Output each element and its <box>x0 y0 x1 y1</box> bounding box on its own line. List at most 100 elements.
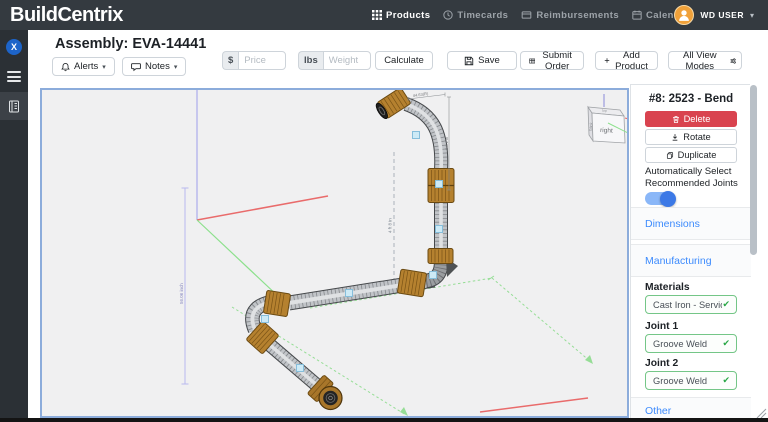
weight-prefix: lbs <box>298 51 323 70</box>
view-cube[interactable]: right back top <box>588 94 627 143</box>
all-view-modes-label: All View Modes <box>674 50 726 72</box>
check-icon: ✔ <box>722 338 736 349</box>
notes-button[interactable]: Notes ▾ <box>122 57 186 76</box>
left-sidebar: X <box>0 30 28 422</box>
user-menu[interactable]: WD USER ▾ <box>674 0 754 30</box>
section-dimensions[interactable]: Dimensions <box>631 207 751 240</box>
save-button[interactable]: Save <box>447 51 517 70</box>
copy-icon <box>666 151 674 160</box>
caret-down-icon: ▾ <box>174 63 178 71</box>
rotate-label: Rotate <box>683 132 710 142</box>
3d-viewport[interactable]: 56.06 inch 4 ft 8 in <box>40 88 629 418</box>
nav-products-label: Products <box>386 10 430 21</box>
calculate-button[interactable]: Calculate <box>375 51 433 70</box>
section-manufacturing[interactable]: Manufacturing <box>631 244 751 277</box>
cube-x-axis <box>625 118 627 122</box>
notes-label: Notes <box>145 61 170 72</box>
plus-icon <box>604 56 610 65</box>
x-axis-line <box>197 196 328 220</box>
nav-reimbursements[interactable]: Reimbursements <box>521 10 619 21</box>
joint1-select[interactable]: Groove Weld ✔ <box>645 334 737 353</box>
grid-icon <box>372 10 382 20</box>
trash-icon <box>672 115 680 124</box>
joint2-value: Groove Weld <box>646 376 722 386</box>
alerts-button[interactable]: Alerts ▾ <box>52 57 115 76</box>
y-axis-line <box>197 220 280 298</box>
journal-icon[interactable] <box>0 92 28 120</box>
price-input[interactable] <box>238 51 286 70</box>
selection-handle[interactable] <box>430 272 437 279</box>
pipe-segment[interactable] <box>406 104 441 170</box>
calculate-label: Calculate <box>384 55 424 66</box>
app-window: BuildCentrix Products Timecards Reimburs… <box>0 0 768 422</box>
bell-icon <box>61 62 70 72</box>
check-icon: ✔ <box>722 375 736 386</box>
add-product-label: Add Product <box>614 50 649 72</box>
materials-label: Materials <box>645 282 690 293</box>
alerts-label: Alerts <box>74 61 98 72</box>
pipe-coupling[interactable] <box>428 249 453 264</box>
nav-timecards[interactable]: Timecards <box>443 10 508 21</box>
toggle-knob <box>660 191 676 207</box>
selection-handle[interactable] <box>346 290 353 297</box>
auto-select-line2: Recommended Joints <box>645 178 738 190</box>
person-icon <box>677 8 691 22</box>
materials-select[interactable]: Cast Iron - Servic ✔ <box>645 295 737 314</box>
scrollbar[interactable] <box>750 85 757 255</box>
x-axis-line-2 <box>480 398 588 412</box>
submit-order-button[interactable]: Submit Order <box>520 51 584 70</box>
user-name: WD USER <box>700 10 744 20</box>
card-icon <box>521 10 532 20</box>
selected-part-title: #8: 2523 - Bend <box>631 93 751 105</box>
rotate-button[interactable]: Rotate <box>645 129 737 145</box>
joint2-select[interactable]: Groove Weld ✔ <box>645 371 737 390</box>
auto-select-line1: Automatically Select <box>645 166 738 178</box>
manufacturing-link: Manufacturing <box>645 255 712 267</box>
save-icon <box>464 56 474 66</box>
arrowhead <box>585 355 593 364</box>
selection-handle[interactable] <box>413 132 420 139</box>
caret-down-icon: ▾ <box>102 63 106 71</box>
menu-icon[interactable] <box>7 71 21 85</box>
clock-icon <box>443 10 453 20</box>
selection-handle[interactable] <box>262 316 269 323</box>
duplicate-button[interactable]: Duplicate <box>645 147 737 163</box>
auto-select-toggle[interactable] <box>645 192 675 205</box>
price-prefix: $ <box>222 51 238 70</box>
nav-timecards-label: Timecards <box>457 10 508 21</box>
3d-scene[interactable]: 56.06 inch 4 ft 8 in <box>42 90 627 416</box>
selection-handle[interactable] <box>436 226 443 233</box>
delete-button[interactable]: Delete <box>645 111 737 127</box>
chat-icon <box>131 62 141 72</box>
all-view-modes-button[interactable]: All View Modes <box>668 51 742 70</box>
nav-products[interactable]: Products <box>372 10 430 21</box>
sliders-icon <box>730 57 736 65</box>
main-nav: Products Timecards Reimbursements Calend… <box>372 0 690 30</box>
dimensions-link: Dimensions <box>645 218 700 230</box>
cube-front-label: right <box>600 127 613 135</box>
pipe-coupling[interactable] <box>397 269 426 297</box>
window-bottom-edge <box>0 418 768 422</box>
dim-label-mid: 4 ft 8 in <box>388 218 393 233</box>
weight-input[interactable] <box>323 51 371 70</box>
nav-reimbursements-label: Reimbursements <box>536 10 619 21</box>
page-title: Assembly: EVA-14441 <box>55 36 206 52</box>
selection-handle[interactable] <box>436 181 443 188</box>
x-logo-letter: X <box>11 42 17 52</box>
inspector-panel: #8: 2523 - Bend Delete Rotate Duplicate … <box>630 84 750 418</box>
pipe-coupling[interactable] <box>263 290 290 316</box>
brand-logo: BuildCentrix <box>10 4 123 27</box>
x-logo-icon[interactable]: X <box>6 39 22 55</box>
dim-label-height: 5 ft 1 in <box>444 137 449 150</box>
top-navbar: BuildCentrix Products Timecards Reimburs… <box>0 0 768 30</box>
materials-value: Cast Iron - Servic <box>646 300 722 310</box>
rotate-icon <box>671 133 679 142</box>
joint1-value: Groove Weld <box>646 339 722 349</box>
submit-order-label: Submit Order <box>539 50 575 72</box>
other-link: Other <box>645 405 671 417</box>
pipe-coupling[interactable] <box>374 90 411 121</box>
check-icon: ✔ <box>722 299 736 310</box>
cube-top-label: top <box>602 109 607 113</box>
selection-handle[interactable] <box>297 365 304 372</box>
add-product-button[interactable]: Add Product <box>595 51 658 70</box>
